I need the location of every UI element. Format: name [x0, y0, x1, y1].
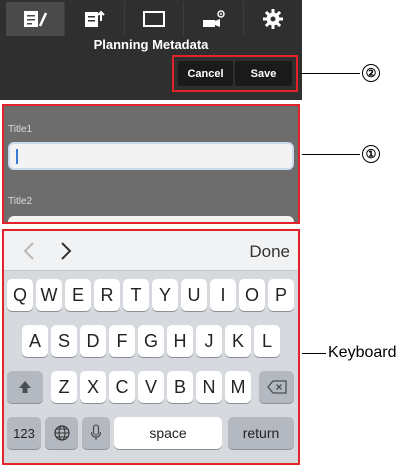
- key-z[interactable]: Z: [51, 371, 77, 403]
- key-u[interactable]: U: [181, 279, 207, 311]
- page-title: Planning Metadata: [93, 37, 209, 52]
- numbers-key[interactable]: 123: [7, 417, 41, 449]
- callout-number-2: ②: [362, 64, 380, 82]
- tab-edit[interactable]: [6, 2, 66, 36]
- action-buttons-highlight: Cancel Save: [172, 55, 298, 92]
- key-p[interactable]: P: [268, 279, 294, 311]
- key-q[interactable]: Q: [7, 279, 33, 311]
- space-key[interactable]: space: [114, 417, 222, 449]
- tab-export[interactable]: [65, 2, 125, 36]
- monitor-icon: [143, 11, 166, 27]
- callout-keyboard-label: Keyboard: [328, 344, 397, 361]
- camera-settings-icon: [203, 10, 226, 27]
- tab-bar: [6, 2, 302, 36]
- cancel-button[interactable]: Cancel: [178, 61, 233, 86]
- key-v[interactable]: V: [138, 371, 164, 403]
- shift-key[interactable]: [7, 371, 43, 403]
- key-b[interactable]: B: [167, 371, 193, 403]
- text-cursor: [16, 149, 18, 164]
- callout-line-input: [302, 154, 360, 155]
- key-l[interactable]: L: [254, 325, 280, 357]
- dictation-key[interactable]: [82, 417, 110, 449]
- export-doc-icon: [84, 10, 105, 27]
- callout-line-keyboard: [302, 353, 326, 354]
- key-e[interactable]: E: [65, 279, 91, 311]
- key-w[interactable]: W: [36, 279, 62, 311]
- onscreen-keyboard: Done Q W E R T Y U I O P A S D F G H J K…: [2, 229, 300, 465]
- key-y[interactable]: Y: [152, 279, 178, 311]
- globe-key[interactable]: [45, 417, 78, 449]
- key-r[interactable]: R: [94, 279, 120, 311]
- backspace-key[interactable]: [259, 371, 294, 403]
- key-a[interactable]: A: [22, 325, 48, 357]
- callout-line-save-cancel: [300, 73, 360, 74]
- backspace-icon: [266, 380, 287, 394]
- title2-input[interactable]: [8, 216, 294, 222]
- key-o[interactable]: O: [239, 279, 265, 311]
- key-j[interactable]: J: [196, 325, 222, 357]
- keyboard-accessory-bar: Done: [4, 231, 298, 271]
- title2-label: Title2: [8, 196, 33, 207]
- key-d[interactable]: D: [80, 325, 106, 357]
- shift-icon: [19, 381, 31, 393]
- microphone-icon: [90, 424, 102, 440]
- app-header: Planning Metadata Cancel Save: [0, 0, 302, 100]
- title1-label: Title1: [8, 124, 33, 135]
- save-button[interactable]: Save: [235, 61, 292, 86]
- chevron-left-icon[interactable]: [20, 239, 40, 263]
- tab-settings[interactable]: [244, 2, 302, 36]
- return-key[interactable]: return: [228, 417, 294, 449]
- metadata-form: Title1 Title2: [2, 104, 300, 224]
- gear-icon: [262, 9, 283, 29]
- key-x[interactable]: X: [80, 371, 106, 403]
- chevron-right-icon[interactable]: [56, 239, 76, 263]
- key-g[interactable]: G: [138, 325, 164, 357]
- key-h[interactable]: H: [167, 325, 193, 357]
- key-m[interactable]: M: [225, 371, 251, 403]
- title1-input[interactable]: [8, 142, 294, 170]
- key-i[interactable]: I: [210, 279, 236, 311]
- tab-camera-settings[interactable]: [184, 2, 244, 36]
- callout-number-1: ①: [362, 145, 380, 163]
- phone-screen: Planning Metadata Cancel Save Title1 Tit…: [0, 0, 302, 467]
- key-f[interactable]: F: [109, 325, 135, 357]
- key-k[interactable]: K: [225, 325, 251, 357]
- edit-doc-icon: [24, 11, 48, 27]
- key-s[interactable]: S: [51, 325, 77, 357]
- tab-monitor[interactable]: [125, 2, 185, 36]
- done-button[interactable]: Done: [249, 242, 290, 262]
- key-n[interactable]: N: [196, 371, 222, 403]
- key-t[interactable]: T: [123, 279, 149, 311]
- globe-icon: [53, 425, 70, 441]
- key-c[interactable]: C: [109, 371, 135, 403]
